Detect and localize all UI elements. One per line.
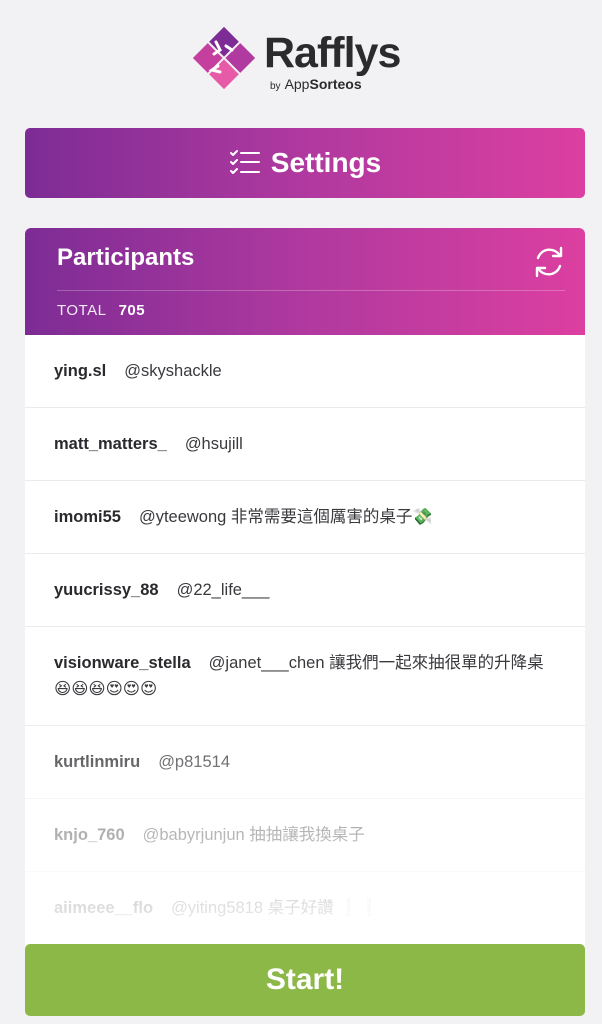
participant-comment: @hsujill	[184, 435, 243, 453]
participant-username: kurtlinmiru	[54, 753, 141, 771]
refresh-icon	[535, 246, 563, 278]
brand-by-name-a: App	[284, 76, 310, 92]
list-item[interactable]: ying.sl @skyshackle	[25, 335, 585, 408]
participant-comment: @yiting5818 桌子好讚 ❕❕	[171, 899, 380, 917]
participants-total: TOTAL 705	[57, 302, 145, 319]
brand-name: Rafflys	[264, 29, 401, 77]
participants-card: Participants TOTAL 705 ying.sl @skyshackl…	[25, 228, 585, 948]
brand-by-prefix: by	[270, 81, 281, 92]
participant-username: matt_matters_	[54, 435, 167, 453]
list-item[interactable]: imomi55 @yteewong 非常需要這個厲害的桌子💸	[25, 481, 585, 554]
refresh-button[interactable]	[531, 244, 567, 280]
total-label: TOTAL	[57, 302, 106, 319]
list-item[interactable]: yuucrissy_88 @22_life___	[25, 554, 585, 627]
participant-comment: @skyshackle	[124, 362, 222, 380]
start-button[interactable]: Start!	[25, 944, 585, 1016]
brand-by-name-b: Sorteos	[309, 76, 362, 92]
participant-username: ying.sl	[54, 362, 107, 380]
total-value: 705	[118, 302, 146, 319]
checklist-icon	[229, 150, 260, 174]
rafflys-logo-icon	[192, 26, 256, 90]
settings-label: Settings	[270, 147, 382, 178]
participant-comment: @22_life___	[176, 581, 270, 599]
brand-logo: Rafflys by AppSorteos	[190, 24, 430, 94]
participant-username: aiimeee__flo	[54, 899, 154, 917]
participant-username: yuucrissy_88	[54, 581, 159, 599]
participant-comment: @yteewong 非常需要這個厲害的桌子💸	[138, 508, 433, 526]
list-item[interactable]: visionware_stella @janet___chen 讓我們一起來抽很單…	[25, 627, 585, 726]
header-divider	[57, 290, 565, 291]
participant-username: knjo_760	[54, 826, 125, 844]
participant-comment: @p81514	[158, 753, 230, 771]
brand-byline: by AppSorteos	[270, 76, 362, 95]
participant-username: imomi55	[54, 508, 121, 526]
settings-button[interactable]: Settings	[25, 128, 585, 198]
list-item[interactable]: aiimeee__flo @yiting5818 桌子好讚 ❕❕	[25, 872, 585, 945]
participants-header: Participants TOTAL 705	[25, 228, 585, 335]
participant-comment: @babyrjunjun 抽抽讓我換桌子	[142, 826, 365, 844]
list-item[interactable]: matt_matters_ @hsujill	[25, 408, 585, 481]
participants-list: ying.sl @skyshackle matt_matters_ @hsujill…	[25, 335, 585, 945]
list-item[interactable]: kurtlinmiru @p81514	[25, 726, 585, 799]
list-item[interactable]: knjo_760 @babyrjunjun 抽抽讓我換桌子	[25, 799, 585, 872]
participants-title: Participants	[57, 244, 195, 271]
participant-username: visionware_stella	[54, 654, 191, 672]
